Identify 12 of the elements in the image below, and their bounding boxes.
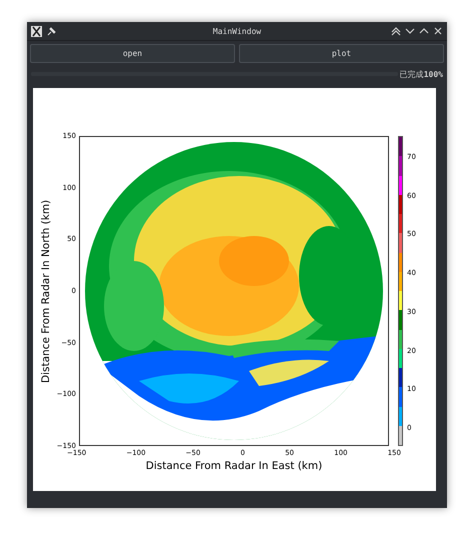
progress-text: 已完成100% xyxy=(400,68,443,80)
window-title: MainWindow xyxy=(212,26,262,36)
x-axis-label: Distance From Radar In East (km) xyxy=(144,460,324,474)
pin-icon[interactable] xyxy=(47,26,56,36)
plot-button[interactable]: plot xyxy=(239,44,444,63)
minimize-icon[interactable] xyxy=(404,26,415,36)
open-button[interactable]: open xyxy=(30,44,235,63)
maximize-icon[interactable] xyxy=(418,26,429,36)
app-icon xyxy=(31,26,42,36)
close-icon[interactable] xyxy=(432,26,443,36)
y-axis-label: Distance From Radar In North (km) xyxy=(39,198,53,385)
keep-above-icon[interactable] xyxy=(390,26,401,36)
